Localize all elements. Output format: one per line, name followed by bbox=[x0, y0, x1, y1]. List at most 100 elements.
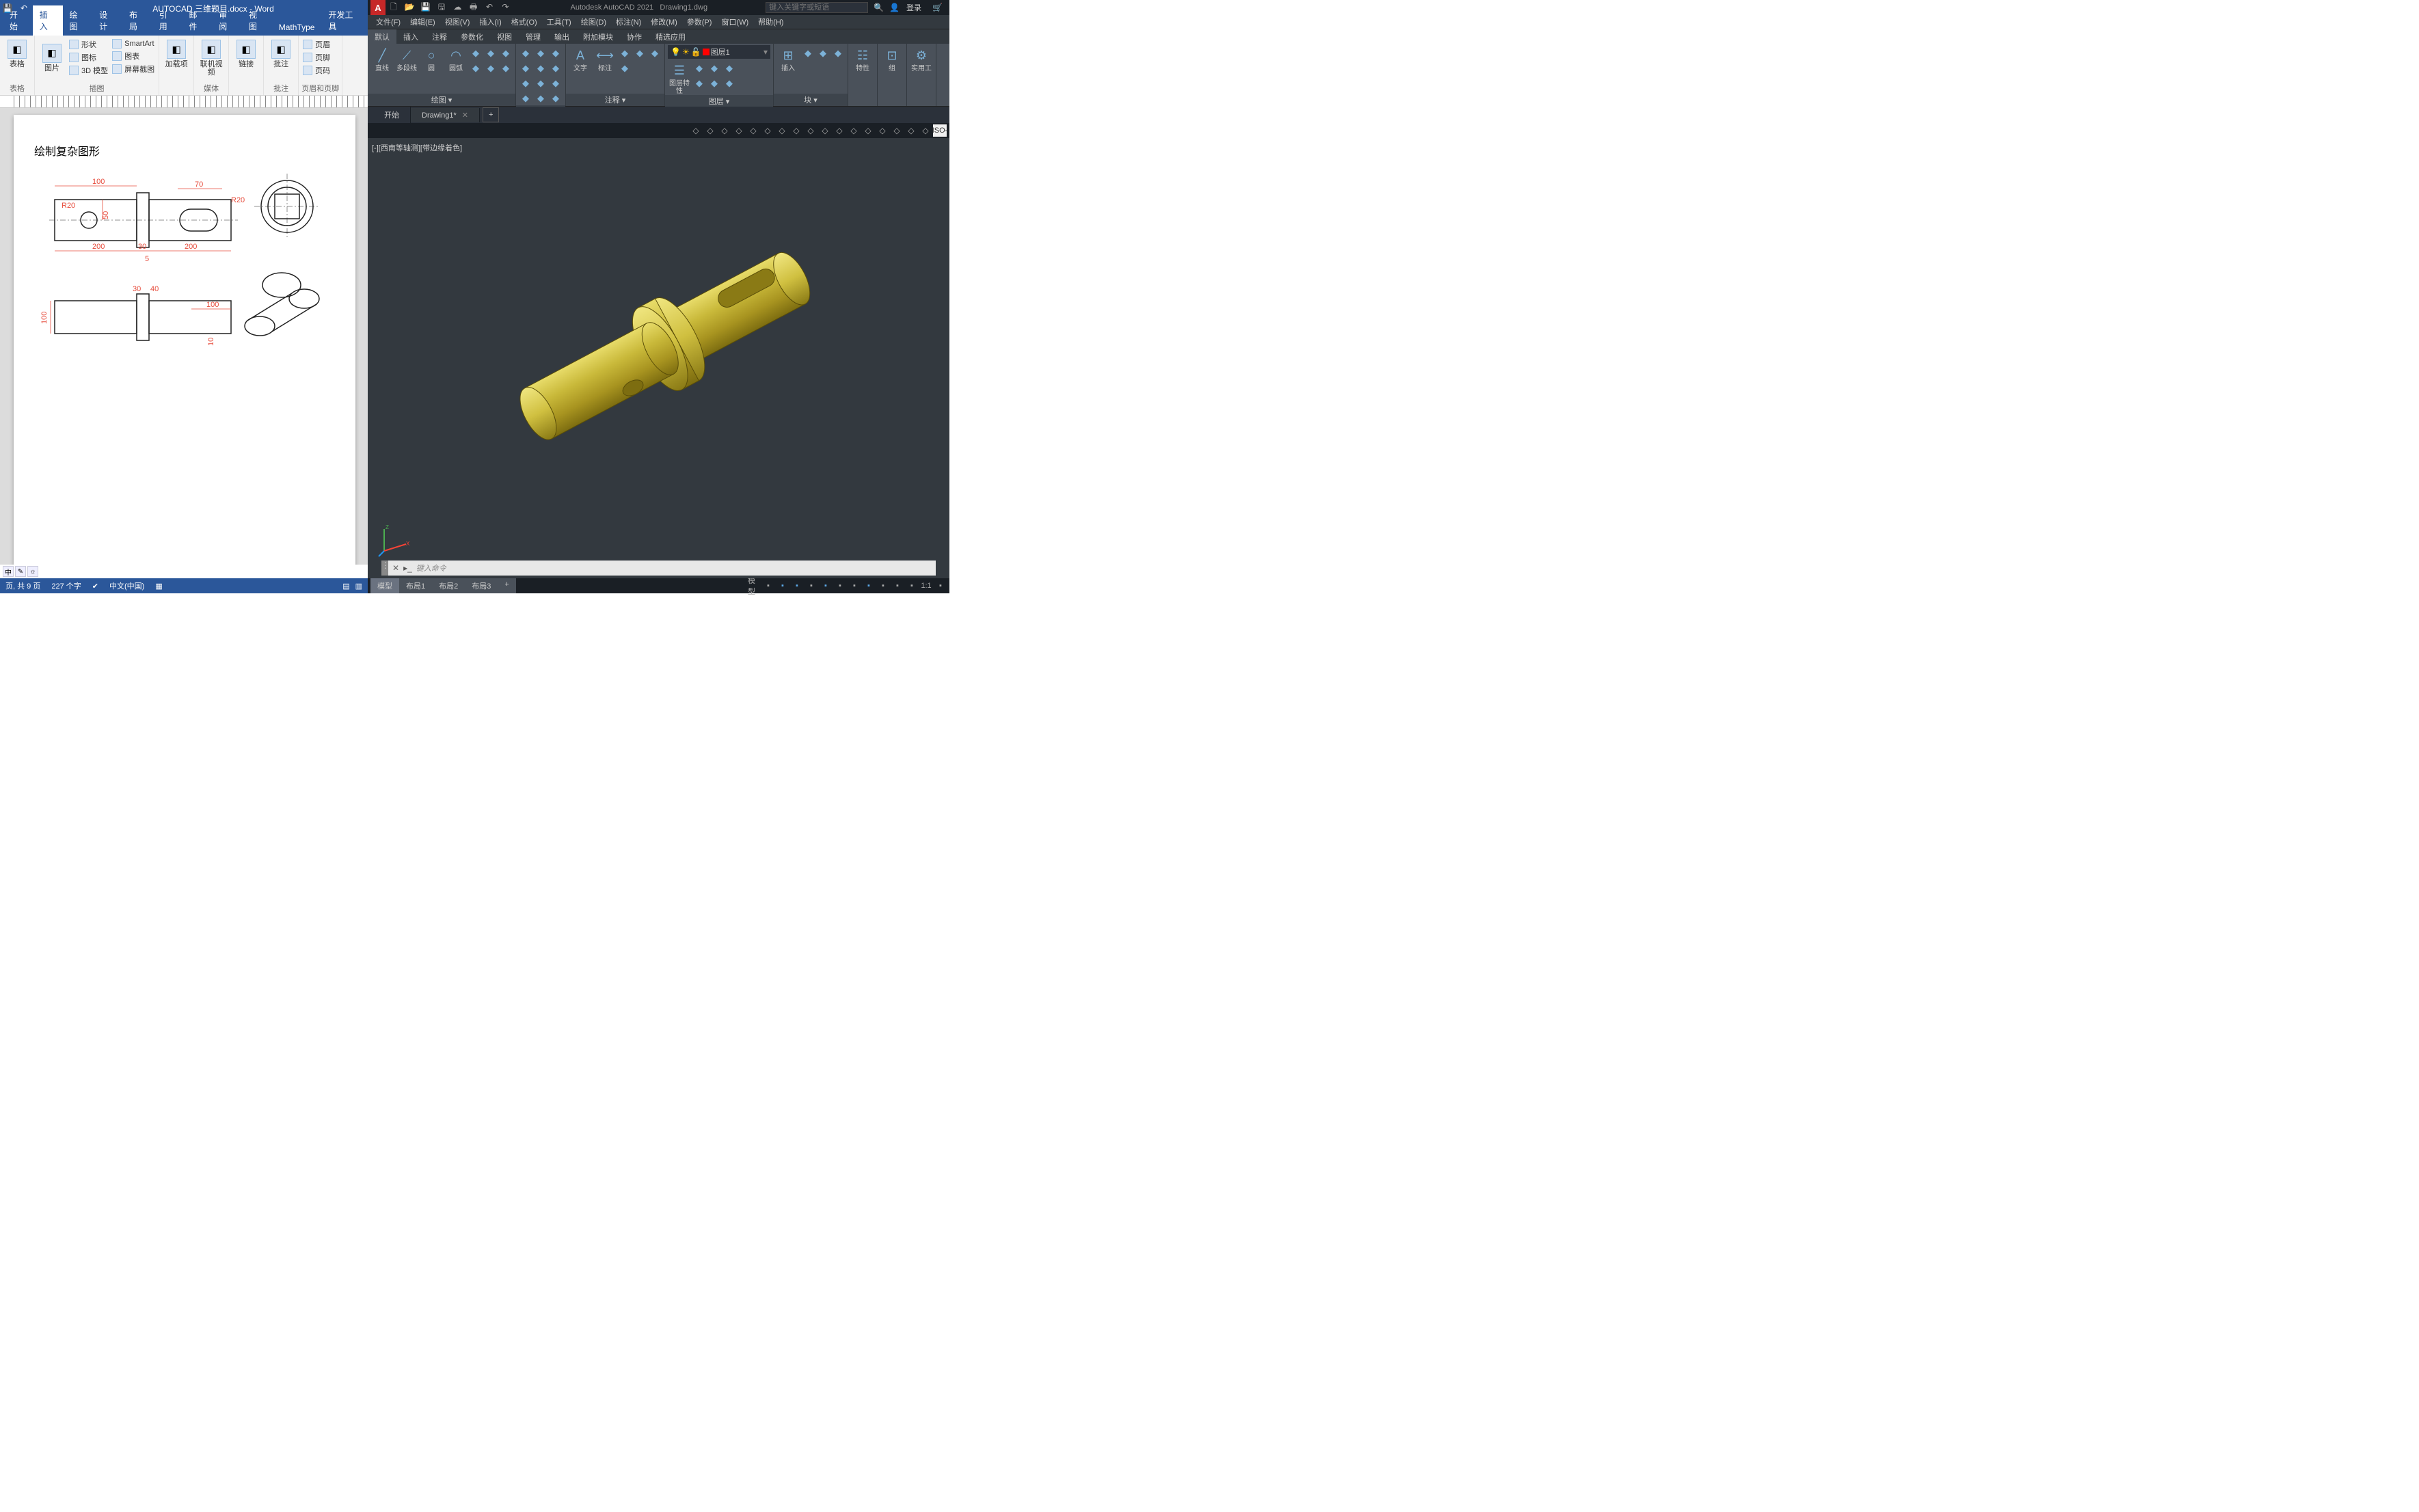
status-transp-icon[interactable]: ▪ bbox=[863, 580, 875, 591]
match-icon[interactable]: ◆ bbox=[692, 77, 706, 90]
ime-icon[interactable]: 中 bbox=[3, 566, 14, 577]
otrack-icon[interactable]: ◇ bbox=[775, 124, 789, 137]
sel-cycle-icon[interactable]: ◇ bbox=[818, 124, 832, 137]
ribtab-参数化[interactable]: 参数化 bbox=[454, 29, 490, 44]
word-count[interactable]: 227 个字 bbox=[51, 580, 81, 591]
redo-icon[interactable]: ↷ bbox=[36, 3, 45, 13]
cmdline-close-icon[interactable]: ✕ bbox=[388, 563, 403, 573]
icon-icon[interactable]: 图标 bbox=[68, 51, 109, 64]
word-tab-视图[interactable]: 视图 bbox=[242, 5, 272, 36]
anno-vis-icon[interactable]: ◇ bbox=[890, 124, 904, 137]
screenshot-icon[interactable]: 屏幕截图 bbox=[111, 63, 156, 75]
menu-编辑(E)[interactable]: 编辑(E) bbox=[406, 15, 440, 29]
menu-标注(N)[interactable]: 标注(N) bbox=[612, 15, 645, 29]
layerprops-icon[interactable]: ☰图层特性 bbox=[668, 62, 691, 95]
status-gear-icon[interactable]: ▪ bbox=[934, 580, 947, 591]
undo-icon[interactable]: ↶ bbox=[483, 1, 496, 13]
3d-icon[interactable]: 3D 模型 bbox=[68, 64, 109, 77]
fillet-icon[interactable]: ◆ bbox=[549, 62, 563, 75]
page-count[interactable]: 页, 共 9 页 bbox=[5, 580, 40, 591]
freeze-icon[interactable]: ◆ bbox=[692, 62, 706, 75]
arc-icon[interactable]: ◠圆弧 bbox=[444, 46, 468, 72]
polyline-icon[interactable]: ⟋多段线 bbox=[395, 46, 418, 72]
status-ortho-icon[interactable]: ▪ bbox=[791, 580, 803, 591]
open-icon[interactable]: 📂 bbox=[403, 1, 416, 13]
ribtab-默认[interactable]: 默认 bbox=[368, 29, 396, 44]
rect-icon[interactable]: ◆ bbox=[469, 46, 483, 60]
cmdline-handle-icon[interactable]: ⋮ bbox=[381, 561, 388, 576]
footer-icon[interactable]: 页脚 bbox=[301, 51, 332, 64]
menu-参数(P)[interactable]: 参数(P) bbox=[683, 15, 716, 29]
word-ruler[interactable] bbox=[0, 96, 368, 108]
word-tab-开发工具[interactable]: 开发工具 bbox=[321, 5, 368, 36]
close-icon[interactable]: ✕ bbox=[462, 111, 468, 120]
iso-icon[interactable]: ◆ bbox=[722, 77, 736, 90]
readmode-icon[interactable]: ▤ bbox=[342, 582, 349, 591]
scale-icon[interactable]: ◆ bbox=[534, 77, 548, 90]
chart-icon[interactable]: 图表 bbox=[111, 50, 156, 62]
menu-视图(V)[interactable]: 视图(V) bbox=[441, 15, 474, 29]
save-icon[interactable]: 💾 bbox=[420, 1, 432, 13]
word-tab-绘图[interactable]: 绘图 bbox=[63, 5, 93, 36]
iso-label[interactable]: ISO- bbox=[933, 124, 947, 137]
copy-icon[interactable]: ◆ bbox=[519, 62, 532, 75]
save-icon[interactable]: 💾 bbox=[3, 3, 12, 13]
search-input[interactable] bbox=[766, 2, 868, 13]
saveas-icon[interactable]: 🖫 bbox=[435, 2, 448, 14]
line-icon[interactable]: ╱直线 bbox=[370, 46, 394, 72]
edit-icon[interactable]: ◆ bbox=[816, 46, 830, 60]
table-icon[interactable]: ◧表格 bbox=[3, 37, 31, 68]
status-lweight-icon[interactable]: ▪ bbox=[848, 580, 861, 591]
poly-icon[interactable]: ◆ bbox=[484, 46, 498, 60]
lock-icon[interactable]: ◆ bbox=[707, 62, 721, 75]
move-icon[interactable]: ◆ bbox=[519, 46, 532, 60]
header-icon[interactable]: 页眉 bbox=[301, 38, 332, 51]
menu-绘图(D)[interactable]: 绘图(D) bbox=[577, 15, 610, 29]
off-icon[interactable]: ◆ bbox=[722, 62, 736, 75]
link-icon[interactable]: ◧链接 bbox=[232, 37, 260, 68]
clean-icon[interactable]: ◇ bbox=[919, 124, 932, 137]
layer-dropdown[interactable]: 💡☀🔓图层1▾ bbox=[668, 45, 770, 59]
word-tab-引用[interactable]: 引用 bbox=[152, 5, 183, 36]
acad-canvas[interactable]: [-][西南等轴测][带边缘着色] bbox=[368, 138, 949, 578]
ws-icon[interactable]: ◇ bbox=[904, 124, 918, 137]
plot-icon[interactable]: 🖶 bbox=[468, 2, 480, 14]
command-line[interactable]: ⋮ ✕ ▸_ 键入命令 bbox=[381, 561, 936, 576]
mtext-icon[interactable]: ◆ bbox=[648, 46, 662, 60]
menu-帮助(H)[interactable]: 帮助(H) bbox=[754, 15, 787, 29]
mirror-icon[interactable]: ◆ bbox=[534, 62, 548, 75]
menu-修改(M)[interactable]: 修改(M) bbox=[647, 15, 681, 29]
ellipse-icon[interactable]: ◆ bbox=[499, 46, 513, 60]
util-icon[interactable]: ⚙实用工 bbox=[910, 46, 933, 72]
ribtab-管理[interactable]: 管理 bbox=[519, 29, 548, 44]
gizmo-icon[interactable]: ◇ bbox=[847, 124, 861, 137]
create-icon[interactable]: ◆ bbox=[801, 46, 815, 60]
status-osnap-icon[interactable]: ▪ bbox=[834, 580, 846, 591]
menu-格式(O)[interactable]: 格式(O) bbox=[507, 15, 541, 29]
hatch-icon[interactable]: ◆ bbox=[469, 62, 483, 75]
filetab-Drawing1*[interactable]: Drawing1*✕ bbox=[411, 108, 480, 122]
panel-label[interactable]: 块 ▾ bbox=[774, 94, 848, 106]
ucs-icon[interactable]: Z X bbox=[377, 524, 411, 558]
transp-icon[interactable]: ◇ bbox=[804, 124, 817, 137]
panel-label[interactable]: 绘图 ▾ bbox=[368, 94, 515, 106]
ribtab-视图[interactable]: 视图 bbox=[490, 29, 519, 44]
layout-tab-布局3[interactable]: 布局3 bbox=[465, 578, 498, 593]
ortho-icon[interactable]: ◇ bbox=[718, 124, 731, 137]
menu-插入(I)[interactable]: 插入(I) bbox=[475, 15, 505, 29]
ime-icon2[interactable]: ✎ bbox=[15, 566, 26, 577]
stretch-icon[interactable]: ◆ bbox=[519, 77, 532, 90]
menu-文件(F)[interactable]: 文件(F) bbox=[372, 15, 405, 29]
ribtab-插入[interactable]: 插入 bbox=[396, 29, 425, 44]
circle-icon[interactable]: ○圆 bbox=[420, 46, 443, 72]
offset-icon[interactable]: ◆ bbox=[519, 92, 532, 105]
group-icon[interactable]: ⊡组 bbox=[880, 46, 904, 72]
lweight-icon[interactable]: ◇ bbox=[789, 124, 803, 137]
pagenum-icon[interactable]: 页码 bbox=[301, 64, 332, 77]
smartart-icon[interactable]: SmartArt bbox=[111, 38, 156, 49]
ribtab-注释[interactable]: 注释 bbox=[425, 29, 454, 44]
word-tab-审阅[interactable]: 审阅 bbox=[212, 5, 242, 36]
ribtab-精选应用[interactable]: 精选应用 bbox=[649, 29, 692, 44]
word-tab-布局[interactable]: 布局 bbox=[122, 5, 152, 36]
web-icon[interactable]: ☁ bbox=[451, 1, 463, 13]
